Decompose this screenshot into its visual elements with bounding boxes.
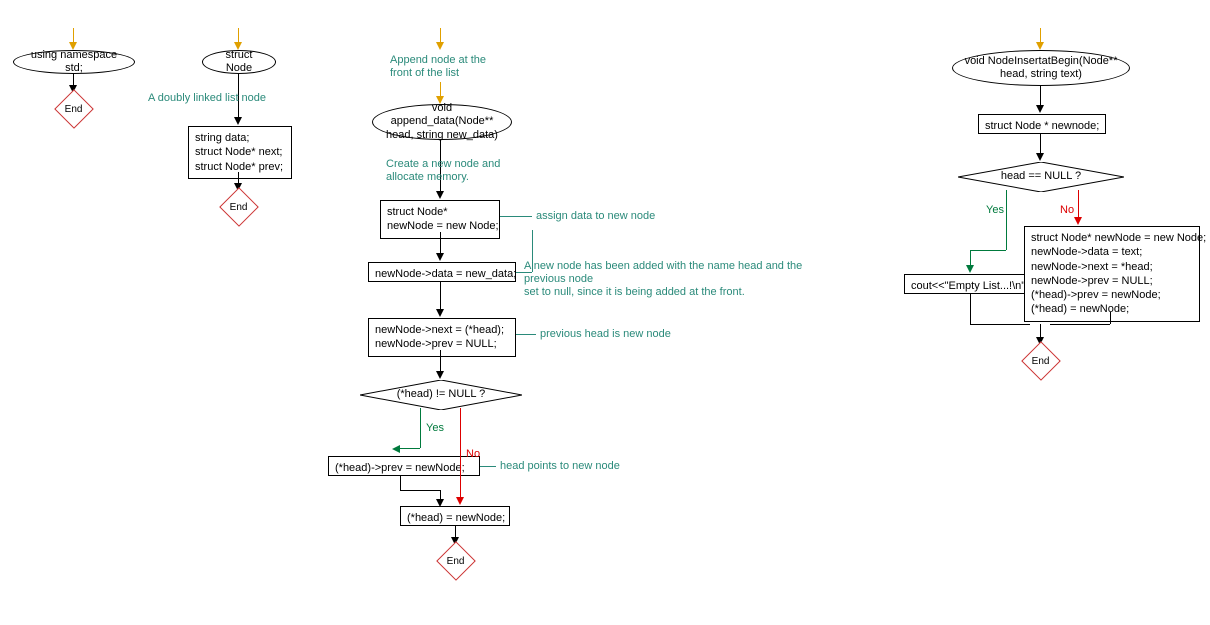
fc4-box-decl-text: struct Node * newnode; <box>985 120 1099 132</box>
fc4-ellipse-text: void NodeInsertatBegin(Node** head, stri… <box>961 55 1121 81</box>
fc4-yes-label: Yes <box>986 204 1004 216</box>
fc3-yes-label: Yes <box>426 422 444 434</box>
fc1-end-text: End <box>65 103 83 114</box>
fc3-annot-headpoints: head points to new node <box>500 460 620 473</box>
fc3-decision-text: (*head) != NULL ? <box>360 388 522 400</box>
fc2-end-text: End <box>230 201 248 212</box>
fc2-ellipse-text: struct Node <box>211 49 267 75</box>
fc4-decision-text: head == NULL ? <box>958 170 1124 182</box>
fc3-decision: (*head) != NULL ? <box>360 380 522 410</box>
fc4-yes-arrow <box>966 265 974 273</box>
fc4-no-v <box>1078 190 1079 220</box>
fc1-ellipse-namespace: using namespace std; <box>13 50 135 74</box>
fc3-annot-create: Create a new node and allocate memory. <box>386 158 500 184</box>
fc4-arrow-to-decl <box>1036 105 1044 113</box>
fc3-arrow-to-dec <box>436 371 444 379</box>
fc3-box-new-text: struct Node* newNode = new Node; <box>387 206 499 232</box>
fc3-dash4 <box>480 466 496 467</box>
fc4-ellipse: void NodeInsertatBegin(Node** head, stri… <box>952 50 1130 86</box>
fc3-end-text: End <box>447 555 465 566</box>
fc4-box-decl: struct Node * newnode; <box>978 114 1106 134</box>
fc4-merge-no-v <box>1110 312 1111 324</box>
fc3-box-prevset: (*head)->prev = newNode; <box>328 456 480 476</box>
fc3-end: End <box>436 541 476 581</box>
fc3-dash3 <box>516 334 536 335</box>
fc3-box-assign: newNode->data = new_data; <box>368 262 516 282</box>
fc3-box-prevset-text: (*head)->prev = newNode; <box>335 462 465 474</box>
fc4-box-big: struct Node* newNode = new Node; newNode… <box>1024 226 1200 322</box>
fc4-merge-no-h <box>1050 324 1110 325</box>
fc4-box-cout: cout<<"Empty List...!\n"; <box>904 274 1034 294</box>
fc1-end: End <box>54 89 94 129</box>
fc3-arrow-to-assignbox <box>436 253 444 261</box>
fc3-merge-h <box>400 490 440 491</box>
fc2-annot-doubly: A doubly linked list node <box>148 92 266 105</box>
fc3-box-assign-text: newNode->data = new_data; <box>375 268 516 280</box>
fc3-dash1 <box>500 216 532 217</box>
fc4-yes-h <box>970 250 1006 251</box>
fc2-ellipse-structnode: struct Node <box>202 50 276 74</box>
fc4-merge-yes-h <box>970 324 1030 325</box>
fc3-merge-v <box>400 476 401 490</box>
fc3-yes-v <box>420 408 421 448</box>
fc3-annot-assign: assign data to new node <box>536 210 655 223</box>
fc4-no-label: No <box>1060 204 1074 216</box>
fc2-box-fields-text: string data; struct Node* next; struct N… <box>195 132 283 173</box>
fc2-box-fields: string data; struct Node* next; struct N… <box>188 126 292 179</box>
fc3-no-arrow <box>456 497 464 505</box>
fc1-ellipse-text: using namespace std; <box>22 49 126 75</box>
fc3-arrow-to-boxnew <box>436 191 444 199</box>
fc3-no-v <box>460 408 461 500</box>
fc3-box-nextprev: newNode->next = (*head); newNode->prev =… <box>368 318 516 357</box>
fc3-annot-addfront: A new node has been added with the name … <box>524 260 802 300</box>
fc3-box-nextprev-text: newNode->next = (*head); newNode->prev =… <box>375 324 504 350</box>
fc2-arrow-to-box <box>234 117 242 125</box>
fc3-ellipse-func: void append_data(Node** head, string new… <box>372 104 512 140</box>
fc3-box-headset-text: (*head) = newNode; <box>407 512 505 524</box>
fc3-no-label: No <box>466 448 480 460</box>
fc4-box-cout-text: cout<<"Empty List...!\n"; <box>911 280 1028 292</box>
fc3-ellipse-text: void append_data(Node** head, string new… <box>381 102 503 142</box>
fc3-yes-arrow <box>392 445 400 453</box>
fc3-start-arrow <box>436 42 444 50</box>
fc4-no-arrow <box>1074 217 1082 225</box>
fc3-line-to-nextprev <box>440 282 441 312</box>
fc2-end: End <box>219 187 259 227</box>
fc4-yes-v <box>1006 190 1007 250</box>
fc4-decision: head == NULL ? <box>958 162 1124 192</box>
fc4-box-big-text: struct Node* newNode = new Node; newNode… <box>1031 232 1206 315</box>
fc3-annot-prevhead: previous head is new node <box>540 328 671 341</box>
fc4-end-text: End <box>1032 355 1050 366</box>
fc4-start-arrow <box>1036 42 1044 50</box>
fc3-arrow-to-nextprev <box>436 309 444 317</box>
fc4-merge-yes-v <box>970 294 971 324</box>
fc3-box-headset: (*head) = newNode; <box>400 506 510 526</box>
fc4-end: End <box>1021 341 1061 381</box>
fc4-arrow-to-dec <box>1036 153 1044 161</box>
fc3-annot-top: Append node at the front of the list <box>390 54 486 80</box>
